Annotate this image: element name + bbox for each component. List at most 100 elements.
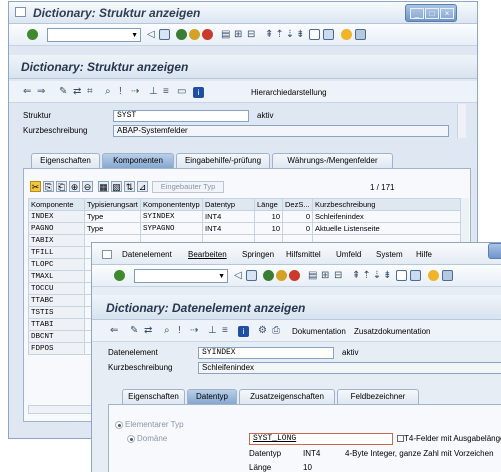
cell-dezs[interactable]: 0 [282, 210, 313, 223]
save-icon[interactable] [246, 270, 257, 281]
paste-row-icon[interactable]: ⎗ [56, 181, 67, 192]
back-green-icon[interactable] [263, 270, 274, 281]
insert-row-icon[interactable]: ⊕ [69, 181, 80, 192]
exit-icon[interactable] [276, 270, 287, 281]
dokumentation-button[interactable]: Dokumentation [292, 326, 346, 338]
cell-komponente[interactable]: FDPOS [28, 342, 85, 355]
edit-icon[interactable]: ✎ [59, 86, 67, 98]
toggle-icon[interactable]: ⇄ [144, 325, 152, 337]
test-icon[interactable]: ⇢ [190, 325, 198, 337]
kurzbeschreibung-field[interactable]: ABAP-Systemfelder [113, 125, 449, 137]
cell-dezs[interactable]: 0 [282, 222, 313, 235]
column-header[interactable]: Komponente [28, 198, 85, 211]
info-icon[interactable]: i [238, 326, 249, 337]
menu-datenelement[interactable]: Datenelement [122, 249, 172, 261]
cut-row-icon[interactable]: ✂ [30, 181, 41, 192]
table-row[interactable]: PAGNO Type SYPAGNO INT4 10 0 Aktuelle Li… [28, 222, 461, 235]
tab-eingabehilfe[interactable]: Eingabehilfe/-prüfung [176, 153, 270, 168]
domain-field[interactable]: SYST_LONG [249, 433, 393, 445]
page-navigation-icons[interactable]: ⇞⇡⇣⇟ [265, 29, 307, 41]
cell-komponententyp[interactable]: SYPAGNO [140, 222, 203, 235]
cell-kurzbeschreibung[interactable]: Aktuelle Listenseite [312, 222, 461, 235]
cell-komponente[interactable]: TOCCU [28, 282, 85, 295]
cell-komponente[interactable]: TTABI [28, 318, 85, 331]
cancel-icon[interactable] [289, 270, 300, 281]
delete-row-icon[interactable]: ⊖ [82, 181, 93, 192]
cancel-icon[interactable] [202, 29, 213, 40]
forward-arrow-icon[interactable]: ⇒ [37, 86, 45, 98]
shortcut-icon[interactable] [323, 29, 334, 40]
display-object-icon[interactable]: ≡ [222, 325, 228, 337]
exit-icon[interactable] [189, 29, 200, 40]
kurzbeschreibung-field[interactable]: Schleifenindex [198, 362, 501, 374]
menu-springen[interactable]: Springen [242, 249, 274, 261]
back-icon[interactable]: ◁ [147, 29, 155, 41]
menu-umfeld[interactable]: Umfeld [336, 249, 361, 261]
filter-icon[interactable]: ⊿ [137, 181, 148, 192]
ddic-checkbox[interactable] [397, 435, 404, 442]
cell-typisierungsart[interactable]: Type [84, 210, 141, 223]
column-header[interactable]: Kurzbeschreibung [312, 198, 461, 211]
cell-datentyp[interactable]: INT4 [202, 210, 255, 223]
find-next-icon[interactable]: ⊟ [247, 29, 255, 41]
enter-icon[interactable] [27, 29, 38, 40]
documentation-icon[interactable]: ⎙ [272, 325, 280, 337]
cell-komponente[interactable]: PAGNO [28, 222, 85, 235]
test-icon[interactable]: ⇢ [131, 86, 139, 98]
column-header[interactable]: Datentyp [202, 198, 255, 211]
command-field[interactable]: ▼ [47, 28, 141, 42]
find-icon[interactable]: ⊞ [234, 29, 242, 41]
cell-laenge[interactable]: 10 [254, 222, 283, 235]
shortcut-icon[interactable] [410, 270, 421, 281]
command-field[interactable]: ▼ [134, 269, 228, 283]
zusatzdokumentation-button[interactable]: Zusatzdokumentation [354, 326, 431, 338]
hierarchy-icon[interactable]: ⊥ [208, 325, 217, 337]
tab-komponenten[interactable]: Komponenten [102, 153, 174, 168]
menu-system[interactable]: System [376, 249, 403, 261]
activate-icon[interactable]: ǃ [178, 325, 181, 337]
activate-icon[interactable]: ǃ [119, 86, 122, 98]
save-icon[interactable] [159, 29, 170, 40]
page-navigation-icons[interactable]: ⇞⇡⇣⇟ [352, 270, 394, 282]
minimize-button[interactable]: _ [410, 8, 424, 19]
copy-row-icon[interactable]: ⎘ [43, 181, 54, 192]
menu-hilfe[interactable]: Hilfe [416, 249, 432, 261]
enter-icon[interactable] [114, 270, 125, 281]
cell-kurzbeschreibung[interactable]: Schleifenindex [312, 210, 461, 223]
cell-komponente[interactable]: INDEX [28, 210, 85, 223]
help-icon[interactable] [341, 29, 352, 40]
new-session-icon[interactable] [396, 270, 407, 281]
tab-waehrungsfelder[interactable]: Währungs-/Mengenfelder [272, 153, 393, 168]
sort-icon[interactable]: ⇅ [124, 181, 135, 192]
cell-komponente[interactable]: TMAXL [28, 270, 85, 283]
layout-icon[interactable] [442, 270, 453, 281]
header-scrollbar[interactable] [457, 104, 466, 138]
object-list-icon[interactable]: ⌗ [87, 86, 93, 98]
maximize-button[interactable]: □ [425, 8, 439, 19]
chevron-down-icon[interactable]: ▼ [218, 273, 225, 280]
select-all-icon[interactable]: ▦ [98, 181, 109, 192]
hierarchy-icon[interactable]: ⊥ [149, 86, 158, 98]
column-header[interactable]: Länge [254, 198, 283, 211]
column-header[interactable]: Komponententyp [140, 198, 203, 211]
display-object-icon[interactable]: ≡ [163, 86, 169, 98]
minimize-button[interactable] [488, 243, 501, 259]
edit-icon[interactable]: ✎ [130, 325, 138, 337]
where-used-icon[interactable]: ⌕ [164, 325, 170, 337]
find-next-icon[interactable]: ⊟ [334, 270, 342, 282]
table-row[interactable]: INDEX Type SYINDEX INT4 10 0 Schleifenin… [28, 210, 461, 223]
cell-komponente[interactable]: TFILL [28, 246, 85, 259]
find-icon[interactable]: ⊞ [321, 270, 329, 282]
where-used-icon[interactable]: ⌕ [105, 86, 111, 98]
tab-zusatzeigenschaften[interactable]: Zusatzeigenschaften [239, 389, 335, 404]
column-header[interactable]: DezS... [282, 198, 313, 211]
datenelement-field[interactable]: SYINDEX [198, 347, 334, 359]
cell-komponente[interactable]: TSTIS [28, 306, 85, 319]
info-icon[interactable]: i [193, 87, 204, 98]
chevron-down-icon[interactable]: ▼ [131, 32, 138, 39]
tab-feldbezeichner[interactable]: Feldbezeichner [337, 389, 419, 404]
layout-icon[interactable] [355, 29, 366, 40]
tab-eigenschaften[interactable]: Eigenschaften [122, 389, 185, 404]
deselect-icon[interactable]: ▧ [111, 181, 122, 192]
cell-typisierungsart[interactable]: Type [84, 222, 141, 235]
